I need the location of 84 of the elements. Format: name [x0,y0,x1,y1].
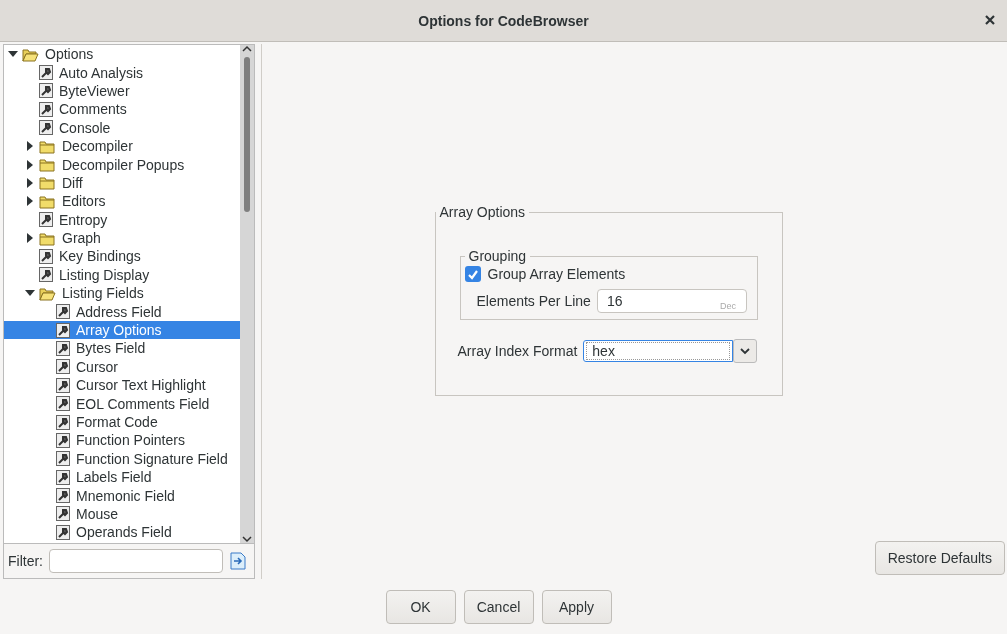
tree-item[interactable]: Diff [4,173,240,193]
tree-item[interactable]: Entropy [4,210,240,229]
wrench-icon [56,469,70,485]
tree-item[interactable]: Mnemonic Field [4,486,240,505]
dropdown-button[interactable] [733,339,758,363]
tree-item[interactable]: Editors [4,192,240,211]
group-title: Grouping [467,248,528,264]
wrench-icon [39,267,53,283]
chevron-down-icon [740,347,751,355]
folder-icon [39,175,56,191]
tree-item[interactable]: Decompiler [4,136,240,156]
wrench-icon [56,451,70,467]
tree-item[interactable]: Function Signature Field [4,449,240,468]
folder-icon [39,285,56,301]
tree-item[interactable]: Graph [4,228,240,248]
wrench-icon [56,506,70,522]
wrench-icon [39,101,53,117]
format-dropdown[interactable]: hex [583,340,734,362]
wrench-icon [56,432,70,448]
tree-item[interactable]: EOL Comments Field [4,394,240,413]
field-label: Array Index Format [457,343,578,359]
folder-icon [39,230,56,246]
wrench-icon [56,359,70,375]
dialog-button[interactable]: OK [385,589,456,624]
wrench-icon [56,488,70,504]
tree-item[interactable]: Format Code [4,412,240,432]
expand-triangle-icon[interactable] [25,177,35,188]
wrench-icon [56,414,70,430]
tree-item[interactable]: Console [4,118,240,137]
tree-item[interactable]: Array Options [4,320,240,340]
tree-item[interactable]: Decompiler Popups [4,155,240,174]
folder-icon [39,193,56,209]
field-label: Elements Per Line [476,293,591,309]
tree-item[interactable]: Function Pointers [4,431,240,450]
checkbox-label: Group Array Elements [487,266,626,282]
close-icon[interactable] [985,15,995,25]
tree-item[interactable]: Address Field [4,302,240,321]
tree-item[interactable]: Listing Display [4,265,240,285]
checkbox[interactable] [464,266,481,282]
wrench-icon [39,212,53,228]
tree-item[interactable]: Bytes Field [4,339,240,358]
wrench-icon [39,83,53,99]
expand-triangle-icon[interactable] [25,233,35,244]
expand-triangle-icon[interactable] [25,159,35,170]
restore-defaults-button[interactable]: Restore Defaults [874,541,1005,575]
tree-item[interactable]: Auto Analysis [4,63,240,82]
number-field[interactable]: 16 Dec [596,289,747,313]
folder-icon [22,46,39,62]
group-title: Array Options [438,204,527,220]
wrench-icon [56,396,70,412]
tree-item[interactable]: Mouse [4,504,240,524]
wrench-icon [39,249,53,264]
tree-item[interactable]: Listing Fields [4,284,240,303]
window-title: Options for CodeBrowser [418,12,589,29]
radix-label: Dec [719,301,736,311]
wrench-icon [56,340,70,356]
tree-item[interactable]: Comments [4,100,240,119]
document-icon[interactable] [229,552,247,570]
folder-icon [39,157,56,173]
tree-item[interactable]: Options [4,45,240,64]
expand-triangle-icon[interactable] [25,196,35,207]
scroll-up-icon [242,45,252,53]
wrench-icon [56,377,70,393]
wrench-icon [56,322,70,338]
dialog-button[interactable]: Apply [541,589,612,624]
folder-icon [39,138,56,154]
tree-item[interactable]: ByteViewer [4,81,240,101]
filter-label: Filter: [8,553,43,569]
wrench-icon [56,524,70,540]
scrollbar-thumb[interactable] [244,57,250,212]
tree-item[interactable]: Cursor Text Highlight [4,376,240,395]
filter-field[interactable] [49,549,223,573]
wrench-icon [56,304,70,320]
tree-item[interactable]: Operands Field [4,523,240,542]
check-icon [466,268,479,280]
tree-item[interactable]: Labels Field [4,468,240,487]
dialog-button[interactable]: Cancel [463,589,534,624]
expand-triangle-icon[interactable] [25,141,35,152]
scroll-down-icon [242,535,252,543]
tree-item[interactable]: Cursor [4,357,240,377]
scrollbar[interactable] [240,45,254,543]
wrench-icon [39,65,53,81]
tree-item[interactable]: Key Bindings [4,247,240,266]
wrench-icon [39,120,53,136]
